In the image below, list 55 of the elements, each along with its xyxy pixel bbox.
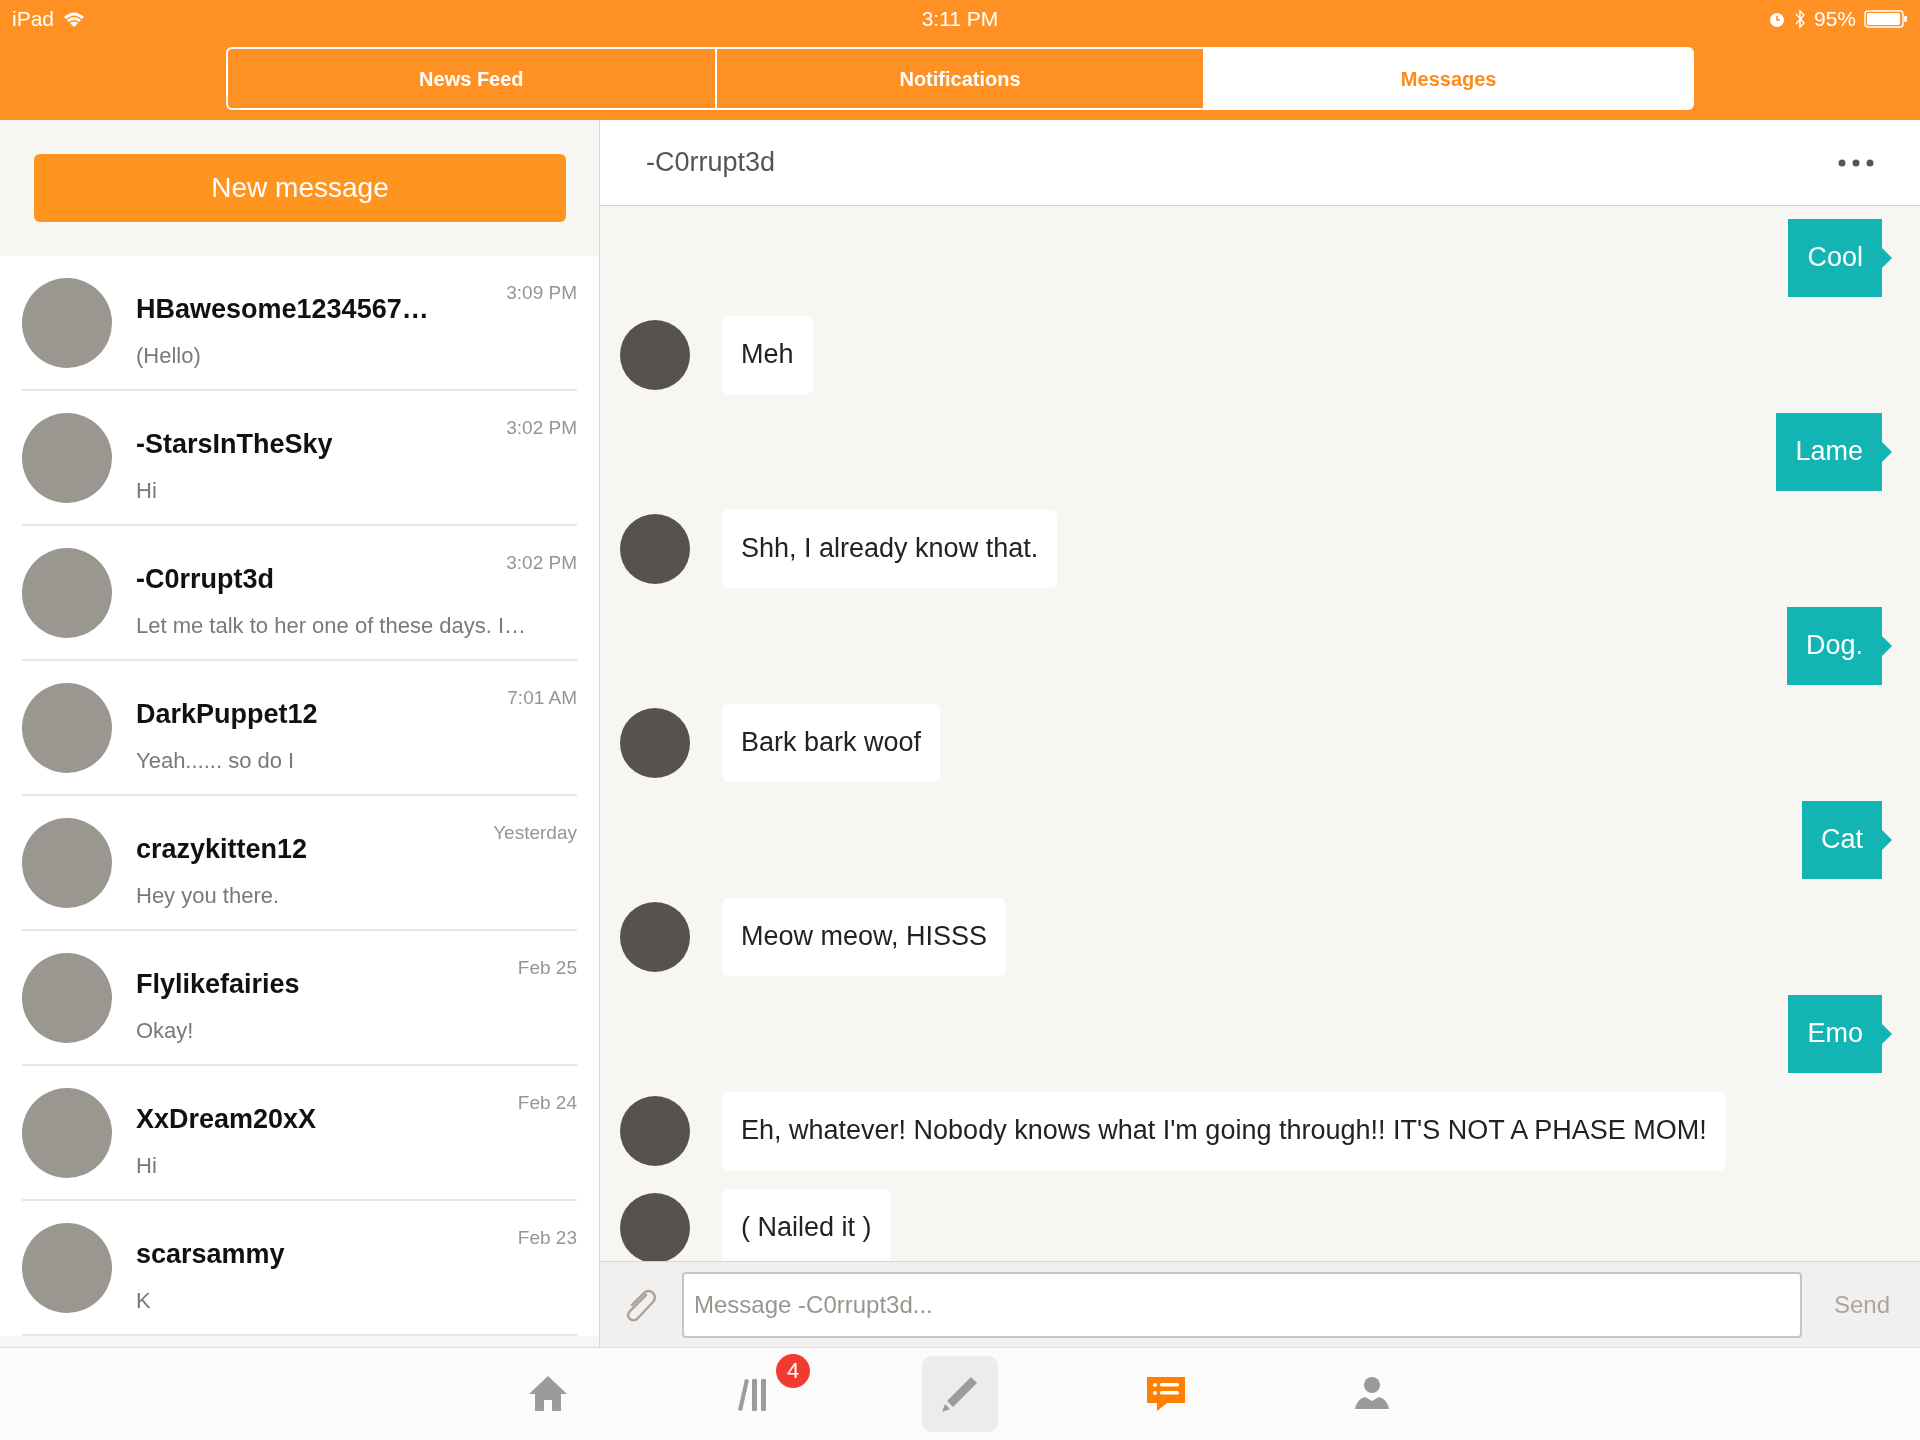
contact-name: -C0rrupt3d <box>136 562 275 596</box>
received-message: Shh, I already know that. <box>722 510 1058 588</box>
conversation-item[interactable]: crazykitten12 Yesterday Hey you there. <box>0 796 599 931</box>
chat-title: -C0rrupt3d <box>646 146 777 180</box>
sent-message: Dog. <box>1786 607 1892 685</box>
battery-icon <box>1864 9 1908 29</box>
sent-message: Lame <box>1776 413 1892 491</box>
message-preview: Hey you there. <box>136 882 281 911</box>
contact-name: scarsammy <box>136 1237 286 1271</box>
more-icon[interactable] <box>1838 158 1874 167</box>
message-time: 7:01 AM <box>506 685 577 710</box>
message-preview: Hi <box>136 1152 158 1181</box>
tab-bar-button[interactable] <box>922 1356 998 1432</box>
contact-name: DarkPuppet12 <box>136 697 319 731</box>
contact-name: -StarsInTheSky <box>136 427 334 461</box>
message-preview: Hi <box>136 477 158 506</box>
clock-time: 3:11 PM <box>921 6 999 33</box>
received-message: Meow meow, HISSS <box>722 898 1007 976</box>
message-preview: (Hello) <box>136 342 202 371</box>
message-time: Feb 25 <box>516 955 577 980</box>
alarm-icon <box>1767 10 1786 28</box>
conversation-item[interactable]: XxDream20xX Feb 24 Hi <box>0 1066 599 1201</box>
sent-message: Emo <box>1788 995 1892 1073</box>
message-time: Yesterday <box>492 820 577 845</box>
sent-message: Cool <box>1788 219 1892 297</box>
wifi-icon <box>62 10 87 28</box>
conversation-item[interactable]: scarsammy Feb 23 K <box>0 1201 599 1336</box>
conversation-item[interactable]: HBawesome1234567… 3:09 PM (Hello) <box>0 256 599 391</box>
sent-message: Cat <box>1801 801 1892 879</box>
contact-name: HBawesome1234567… <box>136 292 430 326</box>
message-preview: Okay! <box>136 1017 195 1046</box>
bluetooth-icon <box>1793 9 1806 29</box>
contact-name: crazykitten12 <box>136 832 309 866</box>
message-time: 3:02 PM <box>505 415 577 440</box>
received-message: ( Nailed it ) <box>722 1189 891 1261</box>
message-preview: Let me talk to her one of these days. I… <box>136 612 528 641</box>
message-preview: Yeah...... so do I <box>136 747 296 776</box>
conversation-item[interactable]: -C0rrupt3d 3:02 PM Let me talk to her one of these days. I… <box>0 526 599 661</box>
message-input[interactable]: Message -C0rrupt3d... <box>682 1271 1802 1338</box>
message-time: Feb 24 <box>516 1090 577 1115</box>
notification-count: 4 <box>776 1354 810 1388</box>
conversation-item[interactable]: DarkPuppet12 7:01 AM Yeah...... so do I <box>0 661 599 796</box>
message-preview: K <box>136 1287 152 1316</box>
battery-percent: 95% <box>1813 6 1856 33</box>
message-time: 3:02 PM <box>505 550 577 575</box>
contact-name: XxDream20xX <box>136 1102 318 1136</box>
conversation-item[interactable]: -StarsInTheSky 3:02 PM Hi <box>0 391 599 526</box>
received-message: Meh <box>722 316 813 394</box>
received-message: Eh, whatever! Nobody knows what I'm going through!! IT'S NOT A PHASE MOM! <box>722 1092 1726 1170</box>
message-time: 3:09 PM <box>505 280 577 305</box>
message-time: Feb 23 <box>516 1225 577 1250</box>
conversation-item[interactable]: Flylikefairies Feb 25 Okay! <box>0 931 599 1066</box>
contact-name: Flylikefairies <box>136 967 301 1001</box>
received-message: Bark bark woof <box>722 704 941 782</box>
device-name: iPad <box>12 6 55 33</box>
